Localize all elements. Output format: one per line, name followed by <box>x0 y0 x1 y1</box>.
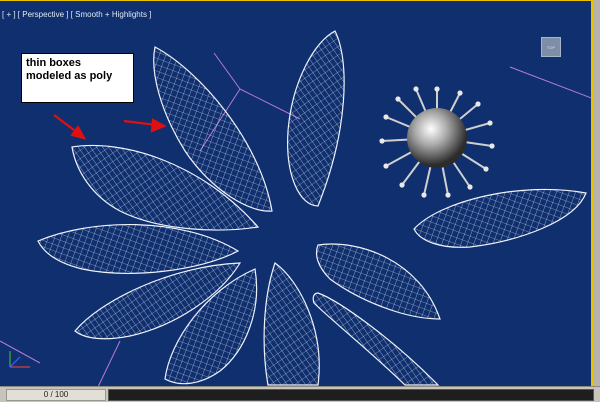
petal-7 <box>263 262 320 386</box>
annotation-text: thin boxes modeled as poly <box>26 57 113 82</box>
time-slider-bar: 0 / 100 <box>0 386 600 402</box>
viewcube-icon[interactable]: TOP <box>541 37 561 57</box>
time-slider-handle[interactable]: 0 / 100 <box>6 389 106 401</box>
viewport-label[interactable]: [ + ] [ Perspective ] [ Smooth + Highlig… <box>2 10 151 19</box>
track-bar[interactable] <box>108 389 594 401</box>
flower-center <box>379 86 495 198</box>
petal-2 <box>287 30 345 207</box>
petal-10 <box>413 188 587 248</box>
annotation-box: thin boxes modeled as poly <box>21 53 134 103</box>
red-arrow-icon <box>53 114 167 140</box>
perspective-viewport[interactable]: [ + ] [ Perspective ] [ Smooth + Highlig… <box>0 0 594 386</box>
axis-gizmo-icon <box>9 351 30 368</box>
viewport-edge <box>593 0 600 386</box>
